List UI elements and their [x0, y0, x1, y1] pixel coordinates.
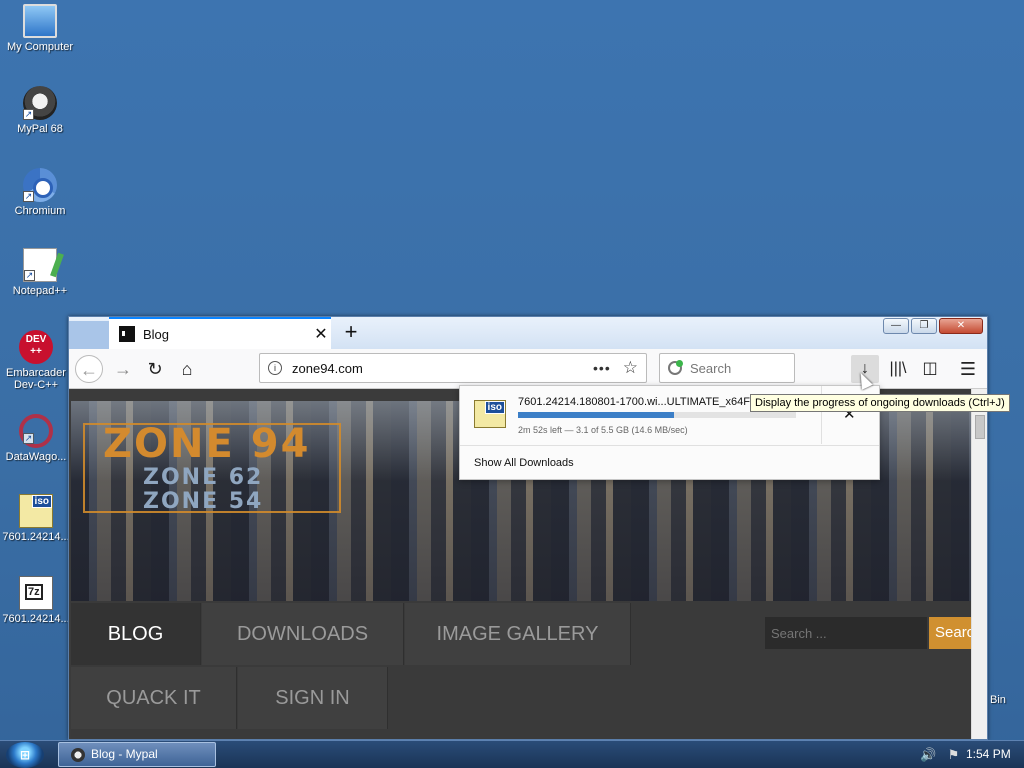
- close-window-button[interactable]: ✕: [939, 318, 983, 334]
- page-actions-icon[interactable]: •••: [593, 360, 611, 376]
- window-controls: — ❐ ✕: [883, 318, 983, 334]
- nav-item-quack-it[interactable]: QUACK IT: [71, 667, 237, 729]
- site-search-button[interactable]: Search: [929, 617, 971, 649]
- desktop-icon-label: 7601.24214...: [2, 531, 70, 543]
- desktop-icon-label: MyPal 68: [17, 123, 63, 135]
- new-tab-button[interactable]: +: [339, 319, 363, 345]
- iso-file-icon: iso: [19, 494, 53, 528]
- devcpp-icon: DEV ++: [19, 330, 53, 364]
- info-icon[interactable]: i: [268, 361, 282, 375]
- nav-item-blog[interactable]: BLOG: [71, 603, 201, 665]
- desktop-icon-chromium[interactable]: ↗ Chromium: [1, 168, 79, 217]
- browser-window: Blog ✕ + — ❐ ✕ ← → ↻ ⌂ i zone94.com ••• …: [68, 316, 988, 740]
- download-status: 2m 52s left — 3.1 of 5.5 GB (14.6 MB/sec…: [518, 425, 688, 435]
- shortcut-arrow-icon: ↗: [23, 433, 34, 444]
- search-placeholder: Search: [690, 360, 732, 376]
- desktop-icon-iso-file[interactable]: iso 7601.24214...: [0, 494, 75, 543]
- 7z-file-icon: 7z: [19, 576, 53, 610]
- url-text[interactable]: zone94.com: [292, 361, 593, 376]
- iso-badge: iso: [31, 495, 52, 508]
- iso-file-icon: iso: [474, 400, 506, 428]
- computer-icon: [23, 4, 57, 38]
- raccoon-icon: [71, 748, 85, 762]
- site-navigation: BLOG DOWNLOADS IMAGE GALLERY QUACK IT SI…: [71, 601, 971, 739]
- datawago-icon: ↗: [19, 414, 53, 448]
- notepad-icon: ↗: [23, 248, 57, 282]
- download-progress-fill: [518, 412, 674, 418]
- desktop-icon-devcpp[interactable]: DEV ++ Embarcader Dev-C++: [0, 330, 75, 391]
- navigation-toolbar: ← → ↻ ⌂ i zone94.com ••• ☆ Search ↓ |||\…: [69, 349, 987, 389]
- 7z-badge: 7z: [25, 584, 43, 600]
- tab-strip-spacer: [69, 321, 109, 349]
- start-button[interactable]: ⊞: [6, 742, 44, 768]
- search-engine-icon: [668, 360, 683, 375]
- taskbar-item-mypal[interactable]: Blog - Mypal: [58, 742, 216, 767]
- home-button[interactable]: ⌂: [173, 355, 201, 383]
- restore-button[interactable]: ❐: [911, 318, 937, 334]
- shortcut-arrow-icon: ↗: [24, 270, 35, 281]
- show-all-downloads-button[interactable]: Show All Downloads: [474, 457, 574, 469]
- reload-button[interactable]: ↻: [141, 355, 169, 383]
- search-input[interactable]: Search: [659, 353, 795, 383]
- terminal-favicon-icon: [119, 326, 135, 342]
- desktop-icon-label: Notepad++: [12, 285, 68, 297]
- chromium-icon: ↗: [23, 168, 57, 202]
- raccoon-icon: ↗: [23, 86, 57, 120]
- tab-blog[interactable]: Blog ✕: [109, 317, 331, 349]
- minimize-button[interactable]: —: [883, 318, 909, 334]
- hamburger-menu-icon[interactable]: ☰: [954, 355, 982, 383]
- desktop-icon-label-line2: Dev-C++: [13, 379, 59, 391]
- forward-button[interactable]: →: [109, 355, 137, 383]
- desktop-icon-label: 7601.24214...: [2, 613, 70, 625]
- bookmark-star-icon[interactable]: ☆: [623, 358, 638, 378]
- library-button[interactable]: |||\: [884, 355, 912, 383]
- shortcut-arrow-icon: ↗: [23, 191, 34, 202]
- tab-bar: Blog ✕ + — ❐ ✕: [69, 317, 987, 349]
- nav-item-image-gallery[interactable]: IMAGE GALLERY: [405, 603, 631, 665]
- url-bar[interactable]: i zone94.com ••• ☆: [259, 353, 647, 383]
- desktop-icon-label: My Computer: [6, 41, 74, 53]
- iso-badge: iso: [484, 401, 505, 414]
- sidebar-button[interactable]: ◫: [916, 355, 944, 383]
- download-progress-bar: [518, 412, 796, 418]
- downloads-tooltip: Display the progress of ongoing download…: [750, 394, 1010, 412]
- recycle-bin-label[interactable]: Bin: [990, 694, 1006, 706]
- clock[interactable]: 1:54 PM: [966, 747, 1011, 761]
- desktop-icon-label-line1: Embarcader: [6, 367, 66, 379]
- desktop-icon-label: DataWago...: [5, 451, 67, 463]
- site-search-input[interactable]: [765, 617, 927, 649]
- download-filename: 7601.24214.180801-1700.wi...ULTIMATE_x64…: [518, 396, 768, 408]
- site-logo-main[interactable]: ZONE 94: [103, 421, 310, 467]
- scroll-thumb[interactable]: [975, 415, 985, 439]
- site-logo-sub-2: ZONE 54: [143, 489, 264, 514]
- taskbar: ⊞ Blog - Mypal 🔊 ⚑ 1:54 PM: [0, 740, 1024, 768]
- desktop-icon-notepadpp[interactable]: ↗ Notepad++: [1, 248, 79, 297]
- system-tray-icons[interactable]: 🔊 ⚑: [920, 747, 963, 763]
- tab-title: Blog: [143, 326, 170, 342]
- nav-item-sign-in[interactable]: SIGN IN: [238, 667, 388, 729]
- desktop-icon-my-computer[interactable]: My Computer: [1, 4, 79, 53]
- desktop-icon-datawago[interactable]: ↗ DataWago...: [0, 414, 75, 463]
- back-button[interactable]: ←: [75, 355, 103, 383]
- desktop-icon-7z-file[interactable]: 7z 7601.24214...: [0, 576, 75, 625]
- site-logo-sub-1: ZONE 62: [143, 465, 264, 490]
- shortcut-arrow-icon: ↗: [23, 109, 34, 120]
- desktop-icon-mypal[interactable]: ↗ MyPal 68: [1, 86, 79, 135]
- desktop-icon-label: Chromium: [14, 205, 66, 217]
- taskbar-item-label: Blog - Mypal: [91, 747, 158, 761]
- vertical-scrollbar[interactable]: [971, 389, 987, 739]
- tab-close-icon[interactable]: ✕: [311, 324, 331, 344]
- nav-item-downloads[interactable]: DOWNLOADS: [202, 603, 404, 665]
